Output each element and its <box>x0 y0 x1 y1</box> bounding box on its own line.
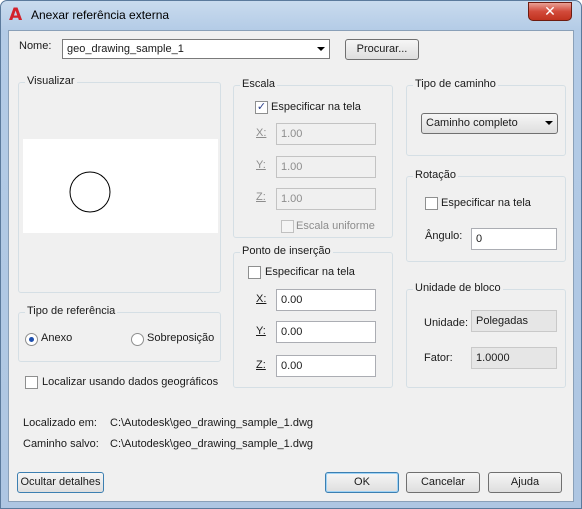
scale-title: Escala <box>240 78 278 90</box>
reference-type-group: Tipo de referência Anexo Sobreposição <box>18 305 221 362</box>
insertion-x-input[interactable]: 0.00 <box>276 289 376 311</box>
path-type-title: Tipo de caminho <box>413 78 498 90</box>
rotation-specify-checkbox[interactable] <box>425 197 438 210</box>
scale-z-input[interactable]: 1.00 <box>276 188 376 210</box>
overlay-radio[interactable] <box>131 333 144 346</box>
preview-circle <box>69 171 111 213</box>
attach-label[interactable]: Anexo <box>41 332 72 344</box>
cancel-label: Cancelar <box>420 476 466 488</box>
name-label: Nome: <box>19 40 52 52</box>
scale-specify-label[interactable]: Especificar na tela <box>271 101 361 113</box>
saved-path-label: Caminho salvo: <box>23 438 99 450</box>
insertion-specify-checkbox[interactable] <box>248 266 261 279</box>
preview-drawing <box>69 171 111 213</box>
chevron-down-icon <box>317 47 325 51</box>
geo-locate-label[interactable]: Localizar usando dados geográficos <box>42 376 218 388</box>
browse-button-label: Procurar... <box>356 43 408 55</box>
scale-y-input[interactable]: 1.00 <box>276 156 376 178</box>
insertion-z-value: 0.00 <box>281 360 303 372</box>
hide-details-button[interactable]: Ocultar detalhes <box>17 472 104 493</box>
close-button[interactable]: ✕ <box>528 2 572 21</box>
scale-z-value: 1.00 <box>281 193 303 205</box>
autocad-logo-icon: A <box>9 5 23 25</box>
preview-title: Visualizar <box>25 75 77 87</box>
overlay-label[interactable]: Sobreposição <box>147 332 214 344</box>
insertion-specify-label[interactable]: Especificar na tela <box>265 266 355 278</box>
path-type-select[interactable]: Caminho completo <box>421 113 558 134</box>
insertion-point-title: Ponto de inserção <box>240 245 333 257</box>
path-type-group: Tipo de caminho Caminho completo <box>406 78 566 156</box>
preview-group: Visualizar <box>18 75 221 293</box>
help-label: Ajuda <box>510 476 540 488</box>
insertion-y-label: Y: <box>256 325 266 337</box>
factor-field: 1.0000 <box>471 347 557 369</box>
reference-type-title: Tipo de referência <box>25 305 118 317</box>
attach-radio[interactable] <box>25 333 38 346</box>
factor-label: Fator: <box>424 352 453 364</box>
dialog-window: A Anexar referência externa ✕ Nome: geo_… <box>0 0 582 509</box>
ok-button[interactable]: OK <box>325 472 399 493</box>
title-bar[interactable]: A Anexar referência externa ✕ <box>1 1 581 29</box>
scale-y-label: Y: <box>256 159 266 171</box>
ok-label: OK <box>354 476 370 488</box>
cancel-button[interactable]: Cancelar <box>406 472 480 493</box>
geo-locate-checkbox[interactable] <box>25 376 38 389</box>
checkmark-icon: ✓ <box>256 101 267 113</box>
angle-label: Ângulo: <box>425 230 463 242</box>
hide-details-label: Ocultar detalhes <box>20 476 101 488</box>
name-select-value: geo_drawing_sample_1 <box>67 43 184 55</box>
scale-group: Escala ✓ Especificar na tela X: 1.00 Y: … <box>233 78 393 238</box>
uniform-scale-checkbox[interactable] <box>281 220 294 233</box>
factor-value: 1.0000 <box>476 352 510 364</box>
name-select[interactable]: geo_drawing_sample_1 <box>62 39 330 59</box>
block-unit-group: Unidade de bloco Unidade: Polegadas Fato… <box>406 282 566 388</box>
angle-input[interactable]: 0 <box>471 228 557 250</box>
path-type-value: Caminho completo <box>426 117 518 129</box>
window-title: Anexar referência externa <box>31 8 170 22</box>
scale-specify-checkbox[interactable]: ✓ <box>255 101 268 114</box>
insertion-z-label: Z: <box>256 359 266 371</box>
uniform-scale-label[interactable]: Escala uniforme <box>296 220 375 232</box>
angle-value: 0 <box>476 233 483 245</box>
scale-z-label: Z: <box>256 191 266 203</box>
unit-label: Unidade: <box>424 317 469 329</box>
preview-canvas <box>23 139 218 233</box>
chevron-down-icon <box>545 121 553 125</box>
insertion-x-label: X: <box>256 293 267 305</box>
rotation-title: Rotação <box>413 169 458 181</box>
scale-y-value: 1.00 <box>281 161 303 173</box>
insertion-y-value: 0.00 <box>281 326 303 338</box>
scale-x-value: 1.00 <box>281 128 303 140</box>
found-in-value: C:\Autodesk\geo_drawing_sample_1.dwg <box>110 417 314 429</box>
rotation-group: Rotação Especificar na tela Ângulo: 0 <box>406 169 566 262</box>
rotation-specify-label[interactable]: Especificar na tela <box>441 197 531 209</box>
insertion-y-input[interactable]: 0.00 <box>276 321 376 343</box>
browse-button[interactable]: Procurar... <box>345 39 419 60</box>
block-unit-title: Unidade de bloco <box>413 282 503 294</box>
close-icon: ✕ <box>544 3 556 19</box>
insertion-z-input[interactable]: 0.00 <box>276 355 376 377</box>
dialog-body: Nome: geo_drawing_sample_1 Procurar... V… <box>8 30 574 502</box>
insertion-point-group: Ponto de inserção Especificar na tela X:… <box>233 245 393 388</box>
insertion-x-value: 0.00 <box>281 294 303 306</box>
saved-path-value: C:\Autodesk\geo_drawing_sample_1.dwg <box>110 438 314 450</box>
help-button[interactable]: Ajuda <box>488 472 562 493</box>
found-in-label: Localizado em: <box>23 417 97 429</box>
unit-value: Polegadas <box>476 315 528 327</box>
scale-x-input[interactable]: 1.00 <box>276 123 376 145</box>
unit-field: Polegadas <box>471 310 557 332</box>
scale-x-label: X: <box>256 127 267 139</box>
